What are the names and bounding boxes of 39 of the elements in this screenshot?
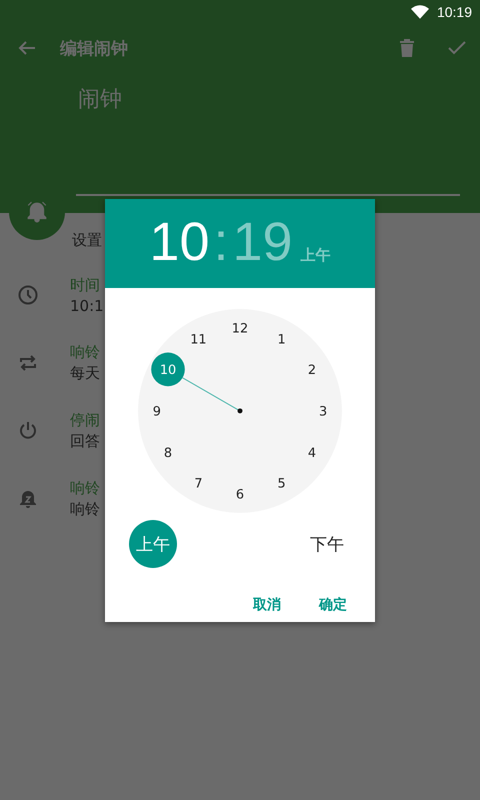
setting-value: 每天 bbox=[70, 364, 100, 383]
status-time: 10:19 bbox=[436, 4, 472, 20]
check-icon[interactable] bbox=[448, 39, 466, 57]
hour-number[interactable]: 3 bbox=[319, 404, 328, 420]
setting-value: 10:1 bbox=[70, 296, 104, 314]
clock-face[interactable]: 12 1 2 3 4 5 6 7 8 9 10 11 bbox=[137, 309, 343, 513]
hour-number[interactable]: 6 bbox=[236, 488, 244, 503]
wifi-icon bbox=[410, 5, 429, 19]
dialog-button[interactable]: 取消 bbox=[241, 588, 293, 622]
hour-display[interactable]: 10 bbox=[149, 207, 210, 277]
hour-number[interactable]: 11 bbox=[190, 332, 207, 348]
repeat-icon bbox=[18, 353, 38, 373]
hour-number[interactable]: 12 bbox=[232, 321, 248, 336]
hour-number[interactable]: 1 bbox=[277, 332, 286, 348]
toolbar-title: 编辑闹钟 bbox=[60, 38, 128, 60]
hour-number[interactable]: 9 bbox=[152, 404, 161, 420]
setting-title: 响铃 bbox=[70, 479, 100, 498]
setting-value: 回答 bbox=[70, 432, 100, 451]
section-title: 设置 bbox=[72, 231, 102, 251]
pm-button[interactable]: 下午 bbox=[303, 520, 351, 568]
hour-number[interactable]: 5 bbox=[277, 476, 286, 492]
hour-number[interactable]: 10 bbox=[160, 362, 176, 378]
hour-number[interactable]: 4 bbox=[308, 446, 316, 462]
trash-icon[interactable] bbox=[400, 39, 414, 57]
hour-number[interactable]: 2 bbox=[308, 362, 316, 378]
clock-hand[interactable] bbox=[182, 377, 242, 414]
clock-icon bbox=[18, 285, 38, 305]
setting-title: 响铃 bbox=[70, 343, 100, 362]
setting-title: 停闹 bbox=[70, 411, 100, 430]
time-separator: : bbox=[213, 211, 228, 274]
am-button[interactable]: 上午 bbox=[129, 520, 177, 568]
hour-number[interactable]: 7 bbox=[194, 476, 203, 492]
power-icon bbox=[18, 421, 38, 441]
back-arrow-icon[interactable] bbox=[18, 39, 36, 57]
setting-title: 时间 bbox=[70, 276, 101, 294]
setting-value: 响铃 bbox=[70, 500, 100, 519]
dialog-button[interactable]: 确定 bbox=[307, 588, 359, 622]
snooze-bell-icon bbox=[18, 489, 38, 509]
hour-number[interactable]: 8 bbox=[164, 446, 172, 462]
